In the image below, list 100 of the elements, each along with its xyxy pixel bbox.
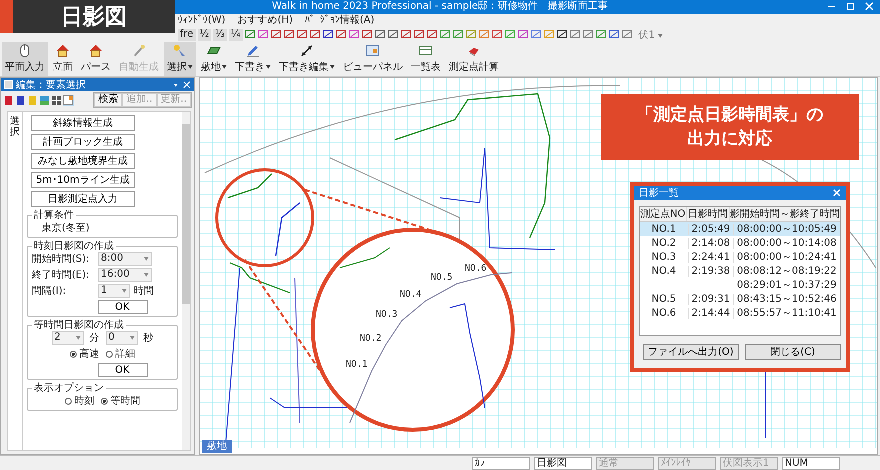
point-label: NO.6 xyxy=(465,264,487,274)
close-icon[interactable] xyxy=(833,189,841,197)
table-row[interactable]: NO.2 2:14:08 08:00:00～10:14:08 xyxy=(640,236,840,250)
point-label: NO.2 xyxy=(360,334,382,344)
action-button[interactable]: 日影測定点入力 xyxy=(31,191,135,207)
table-cell-text: 08:08:12～08:19:22 xyxy=(737,265,837,278)
ribbon-button[interactable]: 選択 xyxy=(164,42,196,76)
vertical-tab[interactable]: 選択 xyxy=(8,112,23,450)
line-tool-icon[interactable] xyxy=(400,29,412,40)
table-row[interactable]: NO.6 2:14:44 08:55:57～11:10:41 xyxy=(640,306,840,320)
table-cell: NO.4 xyxy=(652,266,676,276)
action-button[interactable]: 斜線情報生成 xyxy=(31,115,135,131)
dialog-button[interactable]: ファイルへ出力(O) xyxy=(643,344,739,360)
line-tool-icon[interactable] xyxy=(296,29,308,40)
ribbon-button[interactable]: ビューパネル xyxy=(340,42,406,76)
table-cell: 2:05:49 xyxy=(692,224,730,234)
status-field: 伏図表示1 xyxy=(720,456,778,470)
line-tool-icon[interactable] xyxy=(270,29,282,40)
table-cell: NO.5 xyxy=(652,294,676,304)
line-tool-icon[interactable] xyxy=(414,29,425,40)
table-row[interactable]: NO.4 2:19:38 08:08:12～08:19:22 xyxy=(640,264,840,278)
group-legend: 時刻日影図の作成 xyxy=(32,241,116,252)
line-tool-icon[interactable] xyxy=(556,29,568,40)
action-button[interactable]: みなし敷地境界生成 xyxy=(31,153,135,169)
table-row[interactable]: 08:29:01～10:37:29 xyxy=(640,278,840,292)
ribbon-button[interactable]: 下書き xyxy=(232,42,274,76)
line-tool-icon[interactable] xyxy=(388,29,399,40)
time-dropdown[interactable]: 1 xyxy=(98,284,130,298)
toolbar-button[interactable]: ½ xyxy=(198,28,212,40)
radio-button[interactable]: 等時間 xyxy=(100,394,140,408)
window-title: Walk in home 2023 Professional - sample邸 : 研修物件 撮影断面工事 xyxy=(272,0,608,14)
dialog-button[interactable]: 閉じる(C) xyxy=(745,344,841,360)
ribbon-button[interactable]: 平面入力 xyxy=(2,42,48,76)
minutes-dropdown[interactable]: 2 xyxy=(52,331,84,345)
close-icon[interactable] xyxy=(183,80,191,88)
menu-item[interactable]: おすすめ(H) xyxy=(238,14,294,27)
point-label: NO.1 xyxy=(346,360,368,370)
layer-dropdown[interactable]: 伏1 xyxy=(638,28,664,42)
toolbar-button[interactable]: ⅓ xyxy=(213,28,227,40)
line-tool-icon[interactable] xyxy=(426,29,438,40)
table-cell: 2:14:44 xyxy=(692,308,730,318)
pencil-icon xyxy=(246,44,260,58)
sheet-tab[interactable]: 敷地 xyxy=(202,440,232,453)
ribbon-button[interactable]: 立面 xyxy=(50,42,76,76)
field-label: 終了時間(E): xyxy=(32,268,90,282)
table-cell-text: 08:29:01～10:37:29 xyxy=(737,279,837,292)
ok-button[interactable]: OK xyxy=(98,363,148,377)
label-text: 日影図 xyxy=(61,4,127,32)
house-icon xyxy=(56,44,70,58)
panel-button[interactable]: 検索 xyxy=(94,93,122,107)
ribbon-button[interactable]: パース xyxy=(78,42,114,76)
table-cell: NO.2 xyxy=(652,238,676,248)
unit-label: 時間 xyxy=(134,284,154,298)
ribbon-button[interactable]: 一覧表 xyxy=(408,42,444,76)
panel-icon xyxy=(366,44,380,58)
table-row[interactable]: NO.5 2:09:31 08:43:15～10:52:46 xyxy=(640,292,840,306)
ribbon-button[interactable]: 測定点計算 xyxy=(446,42,502,76)
book-icon[interactable] xyxy=(15,94,26,106)
line-tool-icon[interactable] xyxy=(374,29,386,40)
caret-icon xyxy=(658,34,664,38)
toolbar-button[interactable]: fre xyxy=(178,28,196,40)
table-cell-text: 08:43:15～10:52:46 xyxy=(737,293,837,306)
column-header: 測定点NO xyxy=(640,208,686,221)
radio-button[interactable]: 高速 xyxy=(70,347,100,361)
group-legend: 等時間日影図の作成 xyxy=(32,320,126,331)
note-icon[interactable] xyxy=(63,94,74,106)
line-tool-icon[interactable] xyxy=(336,29,347,40)
status-field: 日影図 xyxy=(534,456,592,470)
point-label: NO.5 xyxy=(431,273,453,283)
action-button[interactable]: 5m･10mライン生成 xyxy=(31,172,135,188)
line-tool-icon[interactable] xyxy=(284,29,295,40)
scrollbar[interactable] xyxy=(182,112,190,450)
table-cell: NO.3 xyxy=(652,252,676,262)
grid-icon[interactable] xyxy=(51,94,62,106)
table-row[interactable]: NO.1 2:05:49 08:00:00～10:05:49 xyxy=(640,222,840,236)
seconds-dropdown[interactable]: 0 xyxy=(106,331,138,345)
time-dropdown[interactable]: 16:00 xyxy=(98,268,152,282)
close-icon[interactable] xyxy=(865,2,874,11)
mouse-icon xyxy=(18,44,32,58)
menu-item[interactable]: ｳｨﾝﾄﾞｳ(W) xyxy=(178,14,226,27)
menu-item[interactable]: ﾊﾞｰｼﾞｮﾝ情報(A) xyxy=(305,14,375,27)
action-button[interactable]: 計画ブロック生成 xyxy=(31,134,135,150)
ribbon-button[interactable]: 敷地 xyxy=(198,42,230,76)
line-tool-icon[interactable] xyxy=(362,29,373,40)
scroll-thumb[interactable] xyxy=(182,124,190,304)
radio-button[interactable]: 時刻 xyxy=(64,394,94,408)
line-tool-icon[interactable] xyxy=(322,29,334,40)
ok-button[interactable]: OK xyxy=(98,300,148,314)
group-legend: 表示オプション xyxy=(32,383,106,394)
ribbon-button[interactable]: 下書き編集 xyxy=(276,42,338,76)
book-icon[interactable] xyxy=(3,94,14,106)
table-row[interactable]: NO.3 2:24:41 08:00:00～10:24:41 xyxy=(640,250,840,264)
time-dropdown[interactable]: 8:00 xyxy=(98,252,152,266)
table-cell: 2:14:08 xyxy=(692,238,730,248)
callout-text: 出力に対応 xyxy=(688,128,772,151)
toolbar-button[interactable]: ¼ xyxy=(228,28,243,40)
line-tool-icon[interactable] xyxy=(310,29,321,40)
magic-wand-icon xyxy=(132,44,146,58)
radio-button[interactable]: 詳細 xyxy=(106,347,136,361)
maximize-icon[interactable] xyxy=(846,2,855,11)
